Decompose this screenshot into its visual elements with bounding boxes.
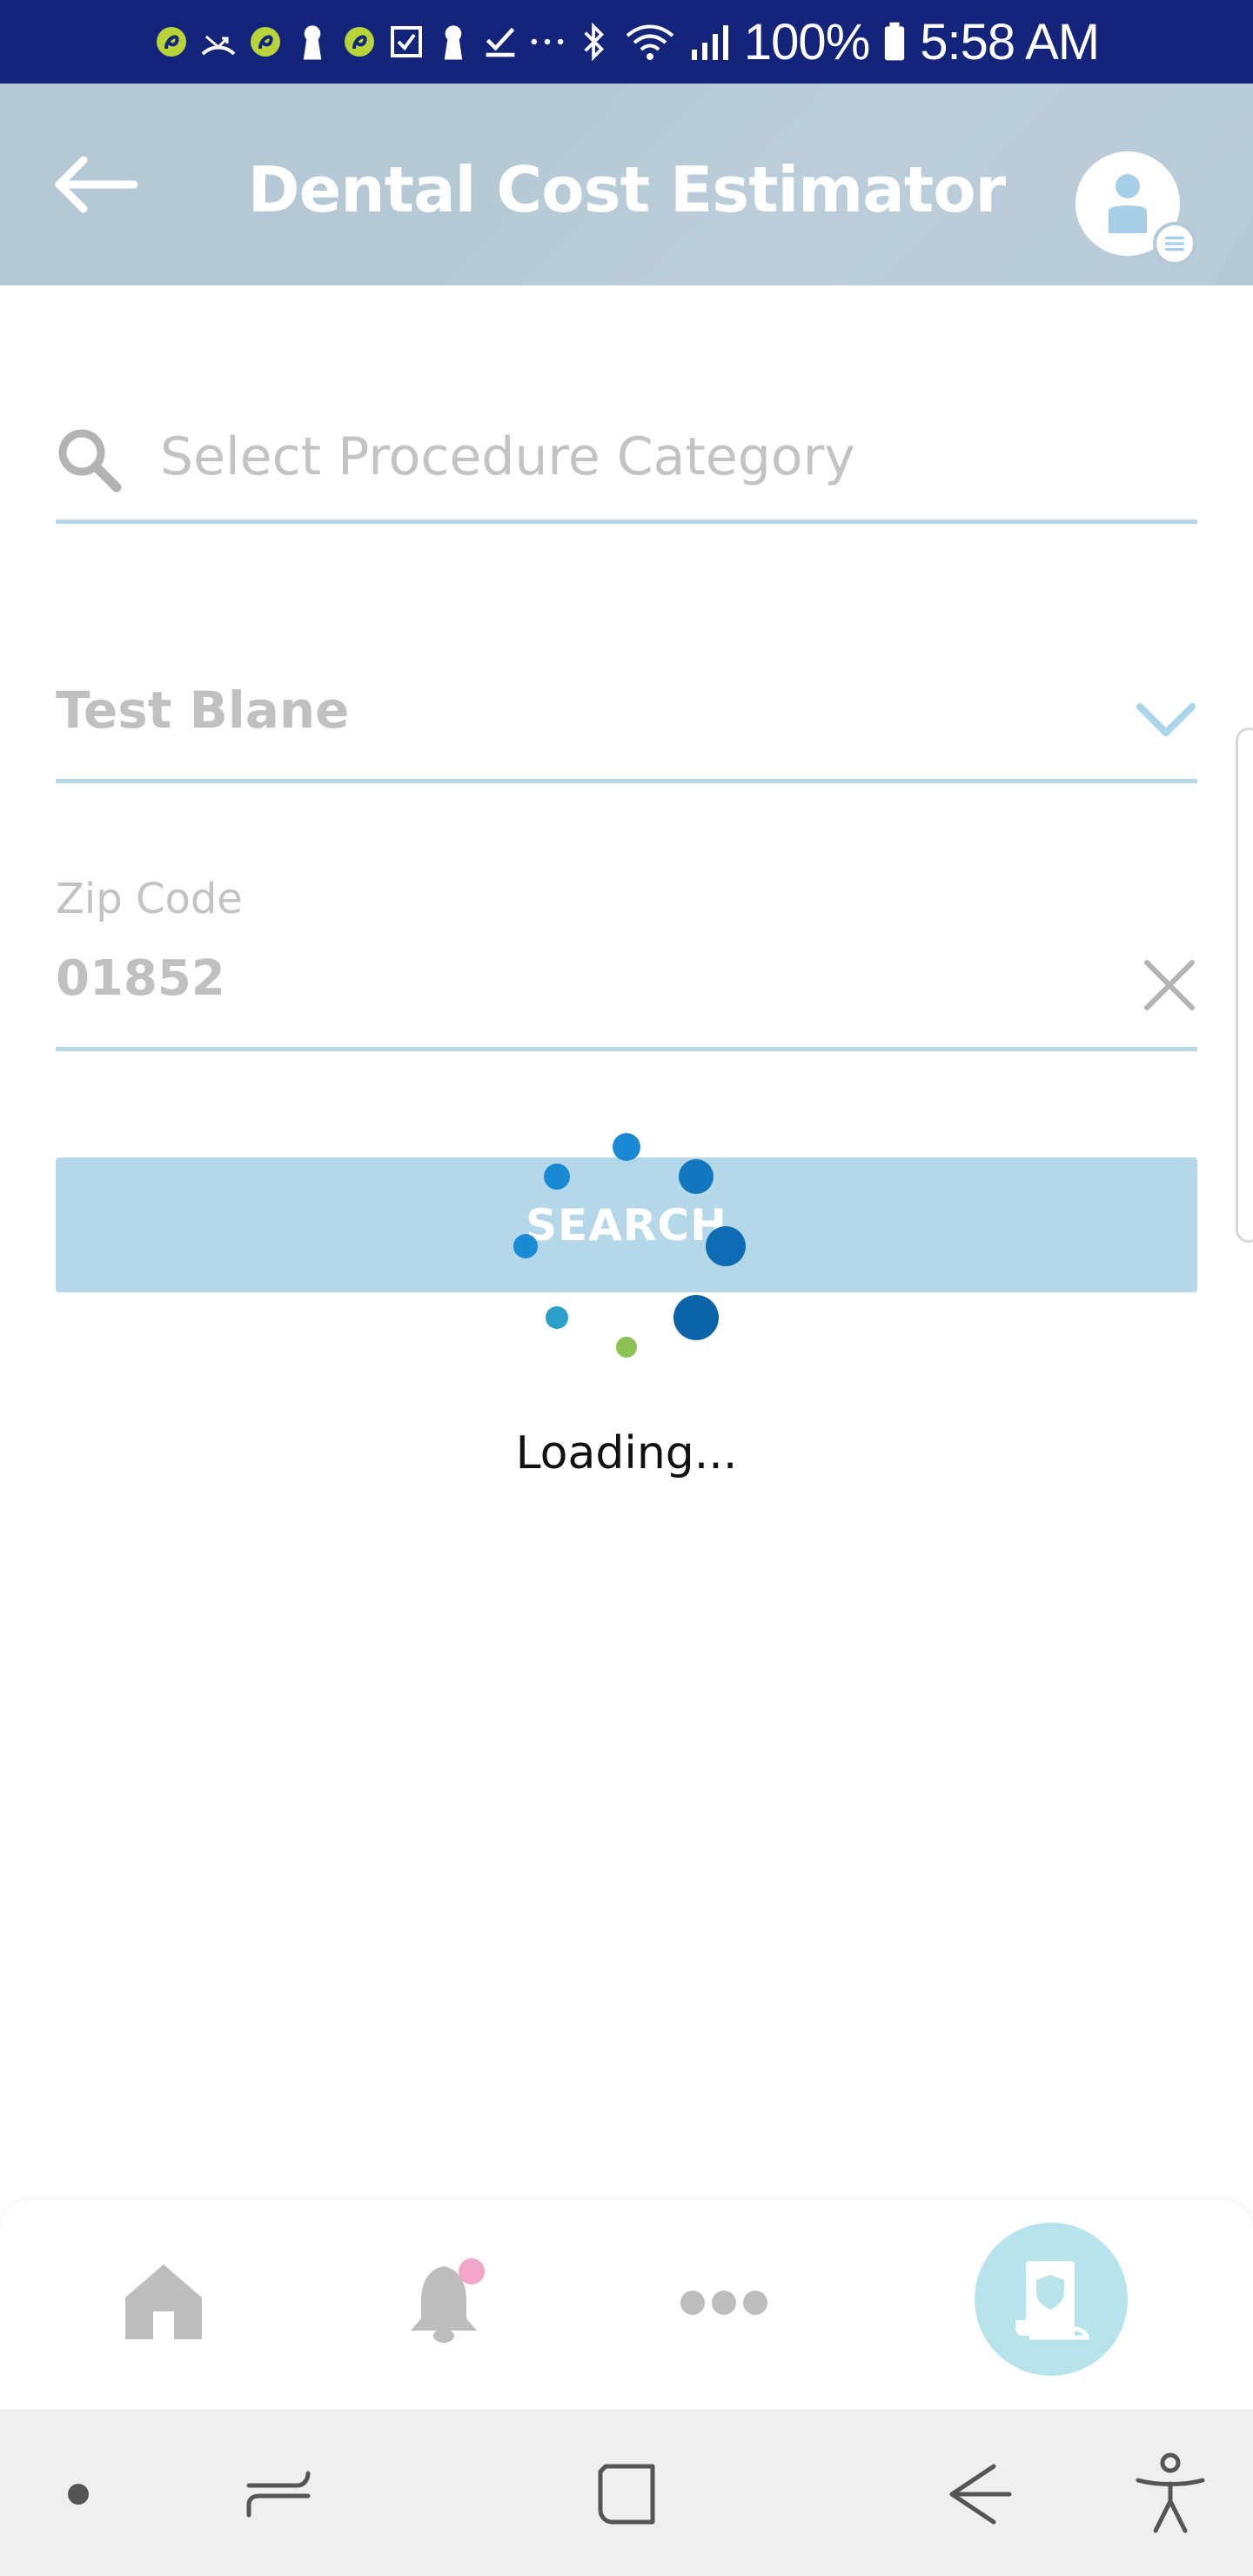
home-square-icon[interactable] [592, 2452, 661, 2536]
task-checkbox-icon [389, 22, 424, 62]
zip-code-label: Zip Code [56, 875, 243, 923]
battery-percent: 100% [743, 13, 870, 70]
dot-icon[interactable] [61, 2452, 96, 2536]
battery-icon [881, 22, 908, 62]
loading-text: Loading... [515, 1427, 738, 1479]
zip-code-field[interactable]: 01852 [56, 922, 1197, 1051]
recents-icon[interactable] [244, 2452, 313, 2536]
keyhole-icon [295, 22, 330, 62]
user-avatar-icon [1109, 174, 1147, 233]
nav-home[interactable] [122, 2259, 205, 2343]
signal-icon [688, 22, 732, 62]
system-navigation-bar [0, 2409, 1253, 2576]
status-bar: 100% 5:58 AM [0, 0, 1253, 84]
menu-badge-icon[interactable] [1153, 222, 1196, 265]
more-icon [680, 2291, 767, 2315]
close-icon[interactable] [1142, 957, 1197, 1013]
dental-policy-icon [1015, 2261, 1089, 2340]
app-notification-icon [154, 22, 189, 62]
search-icon [58, 429, 122, 493]
app-notification-icon [342, 22, 377, 62]
procedure-category-search[interactable]: Select Procedure Category [56, 409, 1197, 524]
keyhole-icon [436, 22, 471, 62]
more-notifications-icon [530, 22, 565, 62]
wifi-icon [624, 22, 676, 62]
chevron-down-icon[interactable] [1135, 701, 1197, 740]
member-select-value: Test Blane [56, 681, 350, 740]
app-notification-icon [248, 22, 283, 62]
bottom-navigation [0, 2200, 1253, 2409]
missed-call-icon [201, 22, 236, 62]
zip-code-input[interactable]: 01852 [56, 950, 225, 1007]
nav-more[interactable] [679, 2287, 769, 2318]
nav-dental-policy[interactable] [975, 2223, 1128, 2376]
app-header: Dental Cost Estimator [0, 84, 1253, 285]
back-arrow-icon[interactable] [940, 2452, 1018, 2536]
search-input[interactable]: Select Procedure Category [160, 426, 855, 487]
bluetooth-icon [577, 22, 612, 62]
clock: 5:58 AM [920, 13, 1100, 70]
accessibility-icon[interactable] [1131, 2452, 1209, 2536]
checkmark-icon [483, 22, 518, 62]
home-icon [125, 2264, 202, 2339]
page-title: Dental Cost Estimator [247, 153, 1006, 226]
notifications-bell-icon [411, 2258, 485, 2343]
member-select[interactable]: Test Blane [56, 661, 1197, 783]
nav-notifications[interactable] [402, 2256, 498, 2351]
side-scroll-handle[interactable] [1236, 728, 1253, 1243]
loading-spinner [513, 1133, 746, 1358]
